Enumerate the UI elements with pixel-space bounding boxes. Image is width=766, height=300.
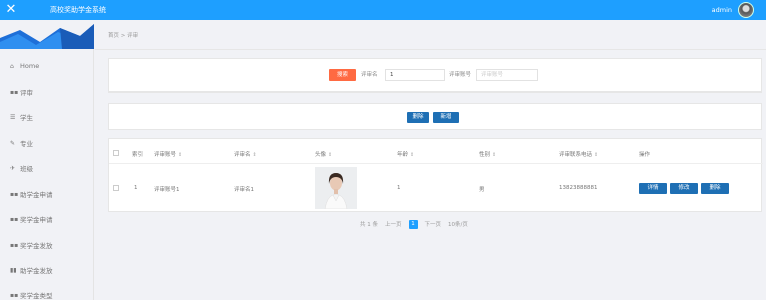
header-gender[interactable]: 性别 ⇕: [479, 150, 496, 158]
sidebar-item-label: 奖学金发放: [20, 242, 53, 250]
sidebar-item-scholarship-issue[interactable]: ▪▪ 奖学金发放: [10, 239, 53, 251]
sidebar-item-review[interactable]: ▪▪ 评审: [10, 86, 33, 98]
sidebar-item-label: 奖学金类型: [20, 292, 53, 300]
header-account[interactable]: 评审账号 ⇕: [154, 150, 182, 158]
data-table: 索引 评审账号 ⇕ 评审名 ⇕ 头像 ⇕ 年龄 ⇕ 性别 ⇕ 评审联系电话 ⇕ 操作 1 评…: [108, 138, 763, 212]
add-button[interactable]: 新增: [433, 112, 459, 123]
sort-icon[interactable]: ⇕: [410, 152, 414, 158]
search-button[interactable]: 搜索: [329, 69, 356, 81]
list-icon: ☰: [10, 113, 16, 121]
header-age-label: 年龄: [397, 152, 409, 158]
sort-icon[interactable]: ⇕: [492, 152, 496, 158]
sidebar-item-home[interactable]: ⌂ Home: [10, 60, 39, 72]
breadcrumb: 首页 > 评审: [95, 20, 766, 50]
edit-button[interactable]: 修改: [670, 183, 698, 194]
cell-age: 1: [397, 185, 401, 191]
grid-icon: ▪▪: [10, 215, 19, 223]
sidebar-item-grant-issue[interactable]: ▮▮ 助学金发放: [10, 264, 53, 276]
header-name[interactable]: 评审名 ⇕: [234, 150, 257, 158]
cell-gender: 男: [479, 187, 485, 193]
sidebar-item-majors[interactable]: ✎ 专业: [10, 137, 33, 149]
header-avatar[interactable]: 头像 ⇕: [315, 150, 332, 158]
cell-name: 评审名1: [234, 187, 254, 193]
sidebar-item-label: 学生: [20, 114, 33, 122]
page-size-select[interactable]: 10条/页: [448, 220, 468, 228]
cell-index: 1: [134, 185, 138, 191]
account-label: 评审账号: [449, 72, 472, 78]
search-panel: 搜索 评审名 1 评审账号 评审账号: [108, 58, 762, 93]
app-title: 高校奖助学金系统: [50, 6, 106, 14]
sidebar-item-grant-apply[interactable]: ▪▪ 助学金申请: [10, 188, 53, 200]
sidebar-item-classes[interactable]: ✈ 班级: [10, 162, 33, 174]
sidebar-item-label: 助学金发放: [20, 267, 53, 275]
person-photo: [315, 167, 357, 209]
top-bar: ✕ 高校奖助学金系统 admin: [0, 0, 766, 20]
header-avatar-label: 头像: [315, 152, 327, 158]
detail-button[interactable]: 详情: [639, 183, 667, 194]
sidebar-item-label: Home: [20, 62, 40, 70]
sidebar-item-scholarship-apply[interactable]: ▪▪ 奖学金申请: [10, 213, 53, 225]
prev-page[interactable]: 上一页: [385, 220, 402, 228]
sidebar-item-label: 评审: [20, 89, 33, 97]
name-label: 评审名: [361, 72, 378, 78]
name-input[interactable]: 1: [385, 69, 445, 81]
avatar-photo: [315, 167, 357, 209]
grid-icon: ▪▪: [10, 190, 19, 198]
bars-icon: ▮▮: [10, 266, 17, 274]
current-page[interactable]: 1: [408, 219, 418, 229]
sort-icon[interactable]: ⇕: [328, 152, 332, 158]
sidebar-item-label: 助学金申请: [20, 191, 53, 199]
pagination: 共 1 条 上一页 1 下一页 10条/页: [360, 219, 475, 229]
header-index: 索引: [132, 152, 144, 158]
sort-icon[interactable]: ⇕: [594, 152, 598, 158]
header-account-label: 评审账号: [154, 152, 177, 158]
header-divider: [109, 163, 763, 164]
sort-icon[interactable]: ⇕: [253, 152, 257, 158]
header-phone-label: 评审联系电话: [559, 152, 593, 158]
sort-icon[interactable]: ⇕: [178, 152, 182, 158]
sidebar-item-label: 班级: [20, 165, 33, 173]
actions-panel: 删除 新增: [108, 103, 762, 130]
header-name-label: 评审名: [234, 152, 251, 158]
account-input[interactable]: 评审账号: [476, 69, 538, 81]
row-checkbox[interactable]: [113, 185, 119, 191]
header-gender-label: 性别: [479, 152, 491, 158]
header-phone[interactable]: 评审联系电话 ⇕: [559, 150, 598, 158]
select-all-checkbox[interactable]: [113, 150, 119, 156]
pin-icon: ✈: [10, 164, 16, 172]
header-ops: 操作: [639, 152, 651, 158]
header-age[interactable]: 年龄 ⇕: [397, 150, 414, 158]
user-avatar[interactable]: [738, 2, 754, 18]
sidebar-item-label: 专业: [20, 140, 33, 148]
username[interactable]: admin: [712, 0, 732, 20]
delete-button[interactable]: 删除: [407, 112, 429, 123]
cell-phone: 13823888881: [559, 185, 598, 191]
row-delete-button[interactable]: 删除: [701, 183, 729, 194]
sidebar-item-students[interactable]: ☰ 学生: [10, 111, 33, 123]
sidebar: ⌂ Home ▪▪ 评审 ☰ 学生 ✎ 专业 ✈ 班级 ▪▪ 助学金申请 ▪▪ 奖学金申请 ▪…: [0, 20, 94, 300]
grid-icon: ▪▪: [10, 291, 19, 299]
grid-icon: ▪▪: [10, 241, 19, 249]
home-icon: ⌂: [10, 62, 14, 70]
next-page[interactable]: 下一页: [425, 220, 442, 228]
cell-account: 评审账号1: [154, 187, 180, 193]
sidebar-item-scholarship-types[interactable]: ▪▪ 奖学金类型: [10, 289, 53, 300]
close-icon[interactable]: ✕: [0, 0, 22, 20]
total-count: 共 1 条: [360, 222, 378, 228]
thumb-icon: ✎: [10, 139, 16, 147]
grid-icon: ▪▪: [10, 88, 19, 96]
sidebar-banner: [0, 20, 94, 49]
sidebar-item-label: 奖学金申请: [20, 216, 53, 224]
